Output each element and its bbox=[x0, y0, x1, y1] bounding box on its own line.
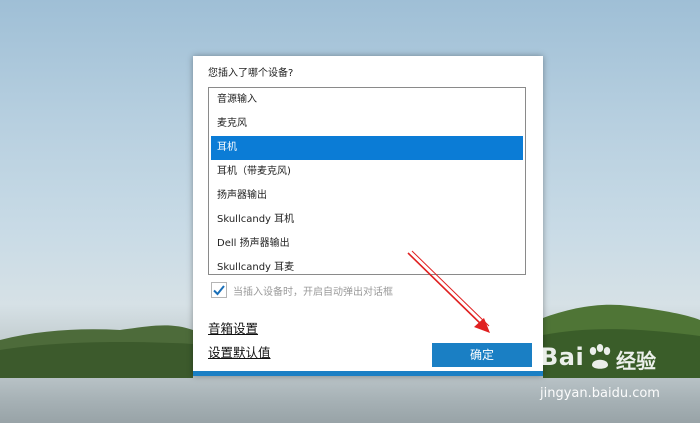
dialog-bottom-bar bbox=[193, 371, 543, 376]
device-item[interactable]: 扬声器输出 bbox=[211, 184, 523, 208]
watermark-brand: Bai bbox=[540, 343, 585, 371]
speaker-settings-link[interactable]: 音箱设置 bbox=[208, 318, 258, 337]
set-default-link[interactable]: 设置默认值 bbox=[208, 342, 271, 361]
watermark-suffix: 经验 bbox=[616, 349, 656, 373]
device-item[interactable]: 麦克风 bbox=[211, 112, 523, 136]
dialog-question: 您插入了哪个设备? bbox=[208, 68, 294, 79]
auto-popup-option: 当插入设备时，开启自动弹出对话框 bbox=[211, 281, 393, 299]
auto-popup-checkbox[interactable] bbox=[211, 282, 227, 298]
device-selection-dialog: 您插入了哪个设备? 音源输入 麦克风 耳机 耳机（带麦克风) 扬声器输出 Sku… bbox=[193, 56, 543, 376]
device-item[interactable]: Skullcandy 耳机 bbox=[211, 208, 523, 232]
watermark-url: jingyan.baidu.com bbox=[540, 386, 660, 401]
paw-icon bbox=[589, 344, 611, 369]
ok-button[interactable]: 确定 bbox=[432, 343, 532, 367]
device-list[interactable]: 音源输入 麦克风 耳机 耳机（带麦克风) 扬声器输出 Skullcandy 耳机… bbox=[208, 87, 526, 275]
device-item[interactable]: Dell 扬声器输出 bbox=[211, 232, 523, 256]
auto-popup-label: 当插入设备时，开启自动弹出对话框 bbox=[233, 286, 393, 298]
baidu-jingyan-watermark: Bai 经验 jingyan.baidu.com bbox=[538, 343, 698, 411]
device-item-selected[interactable]: 耳机 bbox=[211, 136, 523, 160]
checkmark-icon bbox=[213, 285, 225, 296]
device-item[interactable]: 耳机（带麦克风) bbox=[211, 160, 523, 184]
device-item[interactable]: Skullcandy 耳麦 bbox=[211, 256, 523, 274]
device-item[interactable]: 音源输入 bbox=[211, 88, 523, 112]
